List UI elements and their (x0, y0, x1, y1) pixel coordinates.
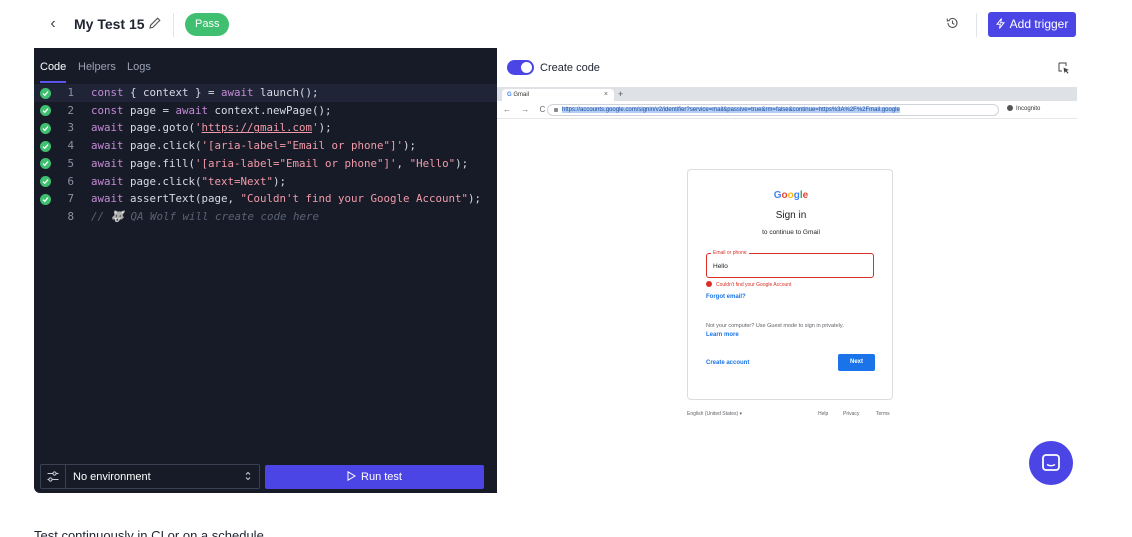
chevron-left-icon[interactable]: ‹ (44, 14, 62, 34)
help-link: Help (818, 411, 829, 417)
code-area[interactable]: 1 const { context } = await launch(); 2 … (34, 84, 497, 456)
chat-icon (1042, 454, 1060, 471)
learn-more-link: Learn more (706, 332, 739, 338)
incognito-icon (1007, 105, 1013, 111)
run-test-label: Run test (361, 471, 402, 483)
language-select: English (United States) ▾ (687, 411, 743, 417)
code-text: await page.click("text=Next"); (91, 174, 287, 188)
code-line[interactable]: 3 await page.goto('https://gmail.com'); (34, 119, 497, 137)
check-circle-icon (40, 105, 51, 117)
code-text: const { context } = await launch(); (91, 86, 319, 99)
line-number: 5 (67, 156, 74, 170)
signin-footer: English (United States) ▾ Help Privacy T… (687, 410, 893, 420)
code-text: await assertText(page, "Couldn't find yo… (91, 192, 482, 206)
tab-helpers[interactable]: Helpers (78, 60, 116, 74)
line-number: 7 (67, 192, 74, 206)
tab-code[interactable]: Code (40, 60, 66, 74)
history-icon[interactable] (945, 16, 959, 30)
test-header: ‹ My Test 15 Pass Add trigger (34, 0, 1077, 48)
code-line[interactable]: 8 // 🐺 QA Wolf will create code here (34, 208, 497, 226)
run-test-button[interactable]: Run test (265, 465, 484, 489)
browser-url-bar: https://accounts.google.com/signin/v2/id… (547, 104, 999, 116)
code-line[interactable]: 6 await page.click("text=Next"); (34, 173, 497, 191)
code-text: const page = await context.newPage(); (91, 103, 332, 117)
status-badge: Pass (185, 13, 230, 36)
email-field: Email or phone Hello (706, 250, 874, 278)
toggle-knob (521, 62, 532, 73)
browser-url: https://accounts.google.com/signin/v2/id… (562, 107, 900, 113)
environment-select[interactable]: No environment (40, 464, 260, 489)
header-divider (976, 13, 977, 37)
lock-icon (554, 108, 558, 112)
code-comment: // 🐺 QA Wolf will create code here (91, 209, 319, 223)
chevron-updown-icon (245, 471, 251, 481)
line-number: 8 (67, 209, 74, 223)
email-field-label: Email or phone (711, 250, 749, 257)
google-signin-card: Google Sign in to continue to Gmail Emai… (687, 169, 893, 400)
browser-tab-title: Gmail (513, 92, 530, 98)
terms-link: Terms (876, 411, 890, 417)
add-trigger-label: Add trigger (1009, 17, 1069, 31)
footer-caption: Test continuously in CI or on a schedule (34, 528, 264, 537)
code-text: await page.goto('https://gmail.com'); (91, 121, 332, 135)
play-icon (347, 471, 356, 481)
chat-launcher-button[interactable] (1029, 441, 1073, 485)
check-circle-icon (40, 140, 51, 152)
create-code-toggle[interactable] (507, 60, 534, 75)
line-number: 3 (67, 121, 74, 135)
add-trigger-button[interactable]: Add trigger (988, 12, 1076, 37)
check-circle-icon (40, 122, 51, 134)
signin-title: Sign in (775, 210, 807, 221)
signin-error: Couldn't find your Google Account (706, 281, 791, 289)
browser-screenshot[interactable]: G Gmail × + ← → C https://accounts.googl… (497, 87, 1077, 493)
test-title: My Test 15 (74, 16, 145, 32)
code-text: await page.fill('[aria-label="Email or p… (91, 156, 469, 170)
bolt-icon (995, 18, 1005, 29)
tab-logs[interactable]: Logs (127, 60, 151, 74)
element-picker-icon[interactable] (1058, 62, 1070, 74)
create-account-link: Create account (706, 360, 750, 366)
check-circle-icon (40, 193, 51, 205)
code-editor-panel: Code Helpers Logs 1 const { context } = … (34, 48, 497, 493)
guest-mode-text: Not your computer? Use Guest mode to sig… (706, 323, 844, 329)
line-number: 6 (67, 174, 74, 188)
signin-subtitle: to continue to Gmail (762, 229, 820, 236)
code-line[interactable]: 4 await page.click('[aria-label="Email o… (34, 137, 497, 155)
next-button: Next (838, 354, 875, 371)
create-code-label: Create code (540, 62, 600, 74)
check-circle-icon (40, 176, 51, 187)
code-text: await page.click('[aria-label="Email or … (91, 139, 417, 153)
forgot-email-link: Forgot email? (706, 294, 746, 300)
environment-label: No environment (73, 471, 151, 483)
browser-preview-panel: Create code G Gmail × + ← → C https://ac… (497, 48, 1077, 493)
error-icon (706, 281, 712, 287)
incognito-label: Incognito (1007, 104, 1040, 115)
google-g-icon: G (507, 92, 512, 98)
code-line[interactable]: 1 const { context } = await launch(); (34, 84, 497, 102)
code-line[interactable]: 2 const page = await context.newPage(); (34, 102, 497, 120)
browser-address-row: ← → C https://accounts.google.com/signin… (497, 101, 1077, 119)
active-tab-indicator (40, 81, 66, 83)
check-circle-icon (40, 87, 51, 99)
pencil-icon[interactable] (148, 16, 162, 30)
sliders-icon[interactable] (41, 465, 66, 488)
code-line[interactable]: 5 await page.fill('[aria-label="Email or… (34, 155, 497, 173)
email-field-value: Hello (713, 263, 728, 270)
code-line[interactable]: 7 await assertText(page, "Couldn't find … (34, 190, 497, 208)
check-circle-icon (40, 158, 51, 170)
line-number: 2 (67, 103, 74, 117)
browser-nav-icons: ← → C (503, 105, 550, 114)
plus-icon: + (618, 89, 624, 99)
close-icon: × (603, 91, 608, 98)
browser-tab-strip: G Gmail × + (497, 87, 1077, 101)
line-number: 1 (67, 86, 74, 99)
header-divider (173, 13, 174, 37)
editor-tabs: Code Helpers Logs (34, 48, 497, 84)
privacy-link: Privacy (843, 411, 860, 417)
line-number: 4 (67, 139, 74, 153)
google-logo: Google (773, 190, 809, 201)
browser-tab: G Gmail × (502, 89, 614, 101)
